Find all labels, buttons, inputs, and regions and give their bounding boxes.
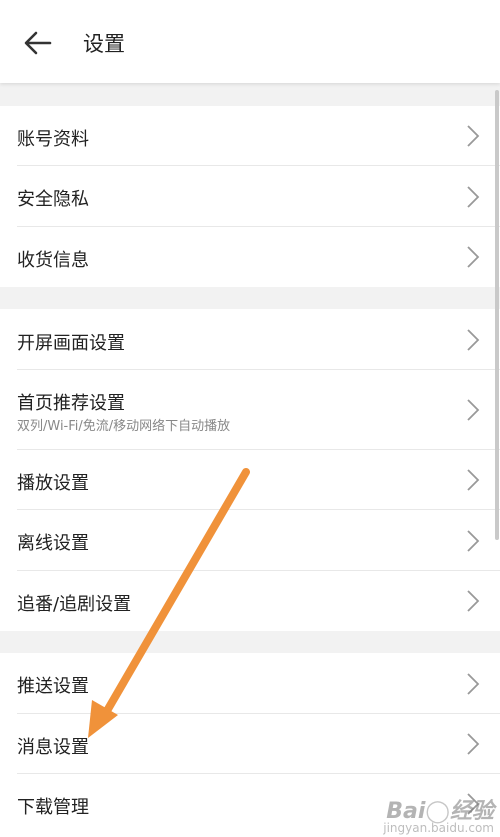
group-gap <box>0 83 500 106</box>
settings-item-shipping-info[interactable]: 收货信息 <box>0 227 500 287</box>
settings-item-home-recommend[interactable]: 首页推荐设置 双列/Wi-Fi/免流/移动网络下自动播放 <box>0 370 500 450</box>
watermark: Bai◯经验 jingyan.baidu.com <box>383 793 494 835</box>
chevron-right-icon <box>467 246 480 268</box>
settings-item-label: 播放设置 <box>17 473 89 494</box>
settings-item-security-privacy[interactable]: 安全隐私 <box>0 166 500 227</box>
settings-item-push[interactable]: 推送设置 <box>0 653 500 714</box>
settings-item-label: 追番/追剧设置 <box>17 594 132 615</box>
settings-item-account-profile[interactable]: 账号资料 <box>0 106 500 166</box>
watermark-url: jingyan.baidu.com <box>383 821 494 835</box>
settings-item-splash-screen[interactable]: 开屏画面设置 <box>0 309 500 370</box>
settings-item-label: 首页推荐设置 <box>17 393 125 414</box>
page-title: 设置 <box>83 32 125 56</box>
settings-item-label: 收货信息 <box>17 250 89 271</box>
chevron-right-icon <box>467 186 480 208</box>
chevron-right-icon <box>467 399 480 421</box>
settings-item-messages[interactable]: 消息设置 <box>0 714 500 774</box>
settings-item-label: 开屏画面设置 <box>17 333 125 354</box>
settings-item-follow-series[interactable]: 追番/追剧设置 <box>0 571 500 631</box>
app-header: 设置 <box>0 0 500 83</box>
settings-item-subtitle: 双列/Wi-Fi/免流/移动网络下自动播放 <box>17 419 231 434</box>
group-gap <box>0 631 500 653</box>
settings-item-offline[interactable]: 离线设置 <box>0 510 500 571</box>
settings-item-label: 下载管理 <box>17 797 89 818</box>
chevron-right-icon <box>467 469 480 491</box>
chevron-right-icon <box>467 590 480 612</box>
chevron-right-icon <box>467 125 480 147</box>
chevron-right-icon <box>467 329 480 351</box>
settings-item-label: 账号资料 <box>17 129 89 150</box>
settings-item-label: 推送设置 <box>17 676 89 697</box>
chevron-right-icon <box>467 673 480 695</box>
settings-item-label: 离线设置 <box>17 533 89 554</box>
chevron-right-icon <box>467 530 480 552</box>
back-arrow-icon[interactable] <box>20 25 56 61</box>
chevron-right-icon <box>467 733 480 755</box>
settings-item-label: 安全隐私 <box>17 189 89 210</box>
settings-item-playback[interactable]: 播放设置 <box>0 450 500 510</box>
settings-item-label: 消息设置 <box>17 737 89 758</box>
group-gap <box>0 287 500 309</box>
scrollbar[interactable] <box>495 90 499 540</box>
